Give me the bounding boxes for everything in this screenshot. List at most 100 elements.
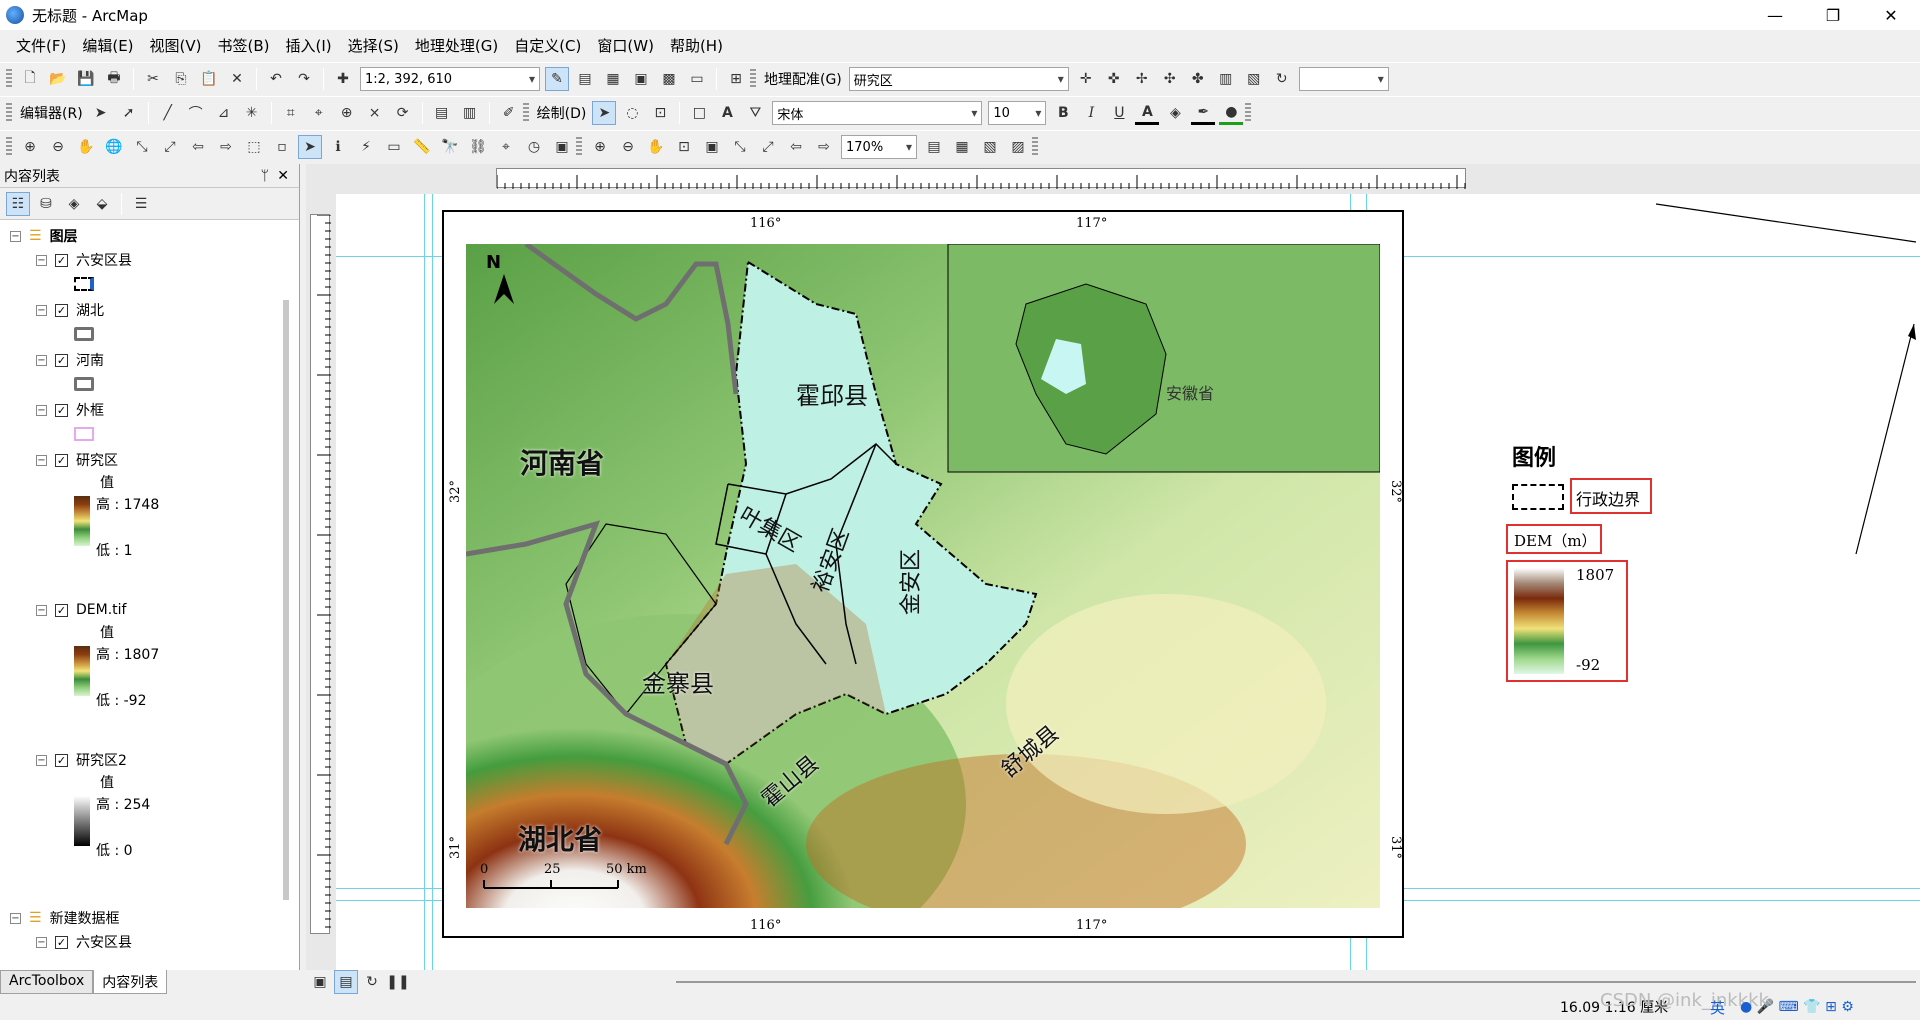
forward-extent-icon[interactable]: ⇨ <box>812 135 836 159</box>
visibility-checkbox[interactable]: ✓ <box>55 403 68 417</box>
menu-insert[interactable]: 插入(I) <box>278 35 340 56</box>
layer-item-study-area-2[interactable]: − ✓ 研究区2 <box>36 750 127 770</box>
close-icon[interactable]: ✕ <box>277 168 289 184</box>
collapse-icon[interactable]: − <box>36 254 47 266</box>
modelbuilder-icon[interactable]: ⊞ <box>724 67 748 91</box>
rotate-feature-icon[interactable]: ⟳ <box>391 101 415 125</box>
find-route-icon[interactable]: ⛓ <box>466 135 490 159</box>
rotation-input[interactable] <box>1298 67 1389 91</box>
time-slider-icon[interactable]: ◷ <box>522 135 546 159</box>
find-icon[interactable]: 🔭 <box>438 135 462 159</box>
auto-registration-icon[interactable]: ✜ <box>1102 67 1126 91</box>
link-table-icon[interactable]: ▥ <box>1214 67 1238 91</box>
menu-edit[interactable]: 编辑(E) <box>74 35 141 56</box>
text-icon[interactable]: A <box>715 101 739 125</box>
collapse-icon[interactable]: − <box>36 936 47 948</box>
menu-windows[interactable]: 窗口(W) <box>589 35 662 56</box>
attributes-icon[interactable]: ▤ <box>430 101 454 125</box>
layout-view-icon[interactable]: ▤ <box>334 970 358 994</box>
point-icon[interactable]: ✳ <box>240 101 264 125</box>
delete-icon[interactable]: ✕ <box>225 67 249 91</box>
fixed-zoom-in-icon[interactable]: ⤡ <box>130 135 154 159</box>
visibility-checkbox[interactable]: ✓ <box>55 353 68 367</box>
layout-zoom-out-icon[interactable]: ⊖ <box>616 135 640 159</box>
underline-button[interactable]: U <box>1107 101 1131 125</box>
gray-outline-symbol[interactable] <box>74 324 94 344</box>
endpoint-arc-icon[interactable]: ⌒ <box>184 101 208 125</box>
toolbar-grip[interactable] <box>750 69 756 89</box>
menu-bookmarks[interactable]: 书签(B) <box>210 35 278 56</box>
menu-selection[interactable]: 选择(S) <box>340 35 407 56</box>
georef-layer-combo[interactable]: 研究区 <box>848 67 1069 91</box>
bold-button[interactable]: B <box>1051 101 1075 125</box>
edit-vertices-icon[interactable]: ⌗ <box>279 101 303 125</box>
cut-polygons-icon[interactable]: ⊕ <box>335 101 359 125</box>
measure-icon[interactable]: 📏 <box>410 135 434 159</box>
select-elements-icon[interactable]: ➤ <box>592 101 617 125</box>
toolbar-grip[interactable] <box>6 137 12 157</box>
minimize-button[interactable]: — <box>1746 0 1804 30</box>
layout-pan-icon[interactable]: ✋ <box>644 135 668 159</box>
pause-drawing-icon[interactable]: ❚❚ <box>386 970 410 994</box>
html-popup-icon[interactable]: ▭ <box>382 135 406 159</box>
open-folder-icon[interactable]: 📂 <box>46 67 70 91</box>
options-icon[interactable]: ☰ <box>129 192 153 216</box>
cut-icon[interactable]: ✂ <box>141 67 165 91</box>
tab-arctoolbox[interactable]: ArcToolbox <box>0 970 94 994</box>
straight-segment-icon[interactable]: ╱ <box>156 101 180 125</box>
horizontal-ruler[interactable] <box>496 168 1466 189</box>
rectangle-icon[interactable]: □ <box>687 101 711 125</box>
marker-color-icon[interactable]: ● <box>1219 101 1244 125</box>
trace-icon[interactable]: ⊿ <box>212 101 236 125</box>
change-layout-icon[interactable]: ▧ <box>978 135 1002 159</box>
hyperlink-icon[interactable]: ⚡ <box>354 135 378 159</box>
fixed-zoom-out-layout-icon[interactable]: ⤢ <box>756 135 780 159</box>
map-scale-combo[interactable]: 1:2, 392, 610 <box>360 67 540 91</box>
visibility-checkbox[interactable]: ✓ <box>55 753 68 767</box>
select-link-icon[interactable]: ✢ <box>1130 67 1154 91</box>
back-extent-icon[interactable]: ⇦ <box>784 135 808 159</box>
collapse-icon[interactable]: − <box>36 404 47 416</box>
edit-tool-icon[interactable]: ➤ <box>89 101 113 125</box>
collapse-icon[interactable]: − <box>10 912 21 924</box>
toggle-draft-mode-icon[interactable]: ▤ <box>922 135 946 159</box>
layer-item-outer-frame[interactable]: − ✓ 外框 <box>36 400 104 420</box>
zoom-to-selected-link-icon[interactable]: ✣ <box>1158 67 1182 91</box>
data-driven-pages-icon[interactable]: ▨ <box>1006 135 1030 159</box>
edit-vertices-draw-icon[interactable]: ⛛ <box>743 101 767 125</box>
toolbar-grip[interactable] <box>1032 137 1038 157</box>
split-icon[interactable]: ⨯ <box>363 101 387 125</box>
select-features-icon[interactable]: ⬚ <box>242 135 266 159</box>
print-icon[interactable]: 🖶 <box>102 67 126 91</box>
editor-toolbar-icon[interactable]: ✎ <box>545 67 569 91</box>
copy-icon[interactable]: ⎘ <box>169 67 193 91</box>
ime-tray-icons[interactable]: ● 🎤 ⌨ 👕 ⊞ ⚙ <box>1740 999 1854 1015</box>
visibility-checkbox[interactable]: ✓ <box>55 935 68 949</box>
fixed-zoom-out-icon[interactable]: ⤢ <box>158 135 182 159</box>
arctoolbox-icon[interactable]: ▩ <box>657 67 681 91</box>
identify-icon[interactable]: ℹ <box>326 135 350 159</box>
list-by-visibility-icon[interactable]: ◈ <box>62 192 86 216</box>
horizontal-scrollbar[interactable] <box>676 981 1916 983</box>
menu-file[interactable]: 文件(F) <box>8 35 74 56</box>
rotate-element-icon[interactable]: ◌ <box>620 101 644 125</box>
data-frame-2[interactable]: − ☰ 新建数据框 <box>10 908 120 928</box>
guide-line[interactable] <box>424 194 425 970</box>
font-size-combo[interactable]: 10 <box>988 101 1047 125</box>
draw-menu[interactable]: 绘制(D) <box>533 103 591 123</box>
rotate-icon[interactable]: ↻ <box>1270 67 1294 91</box>
save-icon[interactable]: 💾 <box>74 67 98 91</box>
toc-window-icon[interactable]: ▤ <box>573 67 597 91</box>
go-to-xy-icon[interactable]: ⌖ <box>494 135 518 159</box>
collapse-icon[interactable]: − <box>36 354 47 366</box>
dashed-boundary-symbol[interactable] <box>74 274 94 294</box>
edit-annotation-icon[interactable]: ➚ <box>117 101 141 125</box>
create-features-icon[interactable]: ✐ <box>497 101 521 125</box>
purple-outline-symbol[interactable] <box>74 424 94 444</box>
undo-icon[interactable]: ↶ <box>264 67 288 91</box>
visibility-checkbox[interactable]: ✓ <box>55 453 68 467</box>
layer-item-dem[interactable]: − ✓ DEM.tif <box>36 600 126 620</box>
fill-color-icon[interactable]: ◈ <box>1163 101 1187 125</box>
layer-item-liuan-2[interactable]: − ✓ 六安区县 <box>36 932 132 952</box>
vertical-ruler[interactable] <box>310 214 331 934</box>
